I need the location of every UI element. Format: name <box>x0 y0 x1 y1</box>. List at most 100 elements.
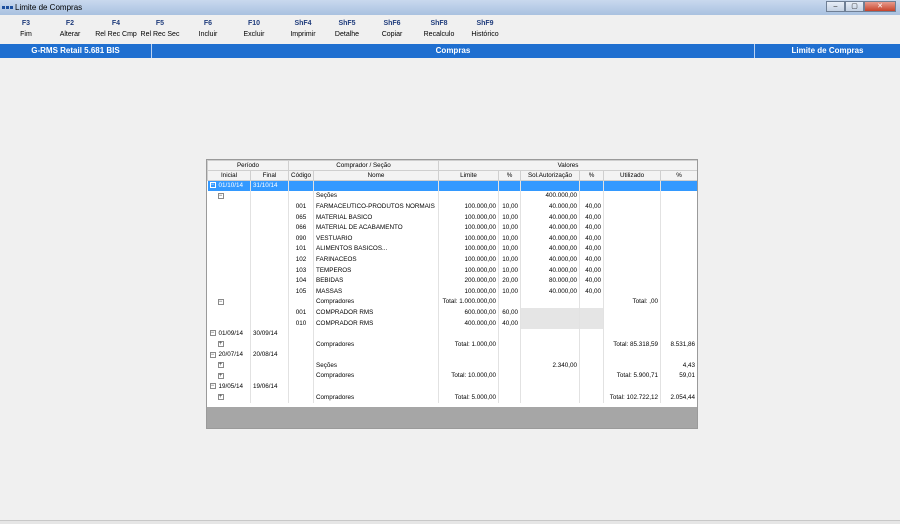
column-header[interactable]: % <box>579 170 605 181</box>
toolbar-button-copiar[interactable]: ShF6 Copiar <box>367 18 417 40</box>
cell-nome: BEBIDAS <box>313 275 440 287</box>
maximize-button[interactable]: ▢ <box>845 1 864 12</box>
collapse-icon[interactable]: − <box>209 351 216 358</box>
table-row[interactable]: 065 MATERIAL BASICO 100.000,00 10,00 40.000,… <box>207 212 697 223</box>
toolbar-button-recalculo[interactable]: ShF8 Recalculo <box>414 18 464 40</box>
table-row[interactable]: 001 COMPRADOR RMS 600.000,00 60,00 <box>207 307 697 319</box>
table-row[interactable]: 101 ALIMENTOS BASICOS... 100.000,00 10,00 40… <box>207 244 697 255</box>
toolbar-button-incluir[interactable]: F6 Incluir <box>183 18 233 40</box>
shortcut-key-label: F4 <box>111 20 121 27</box>
cell-p1 <box>498 360 522 372</box>
collapse-icon[interactable]: − <box>209 182 216 189</box>
cell-limite <box>438 350 500 361</box>
column-header[interactable]: % <box>660 170 697 181</box>
period-row[interactable]: −01/10/14 31/10/14 <box>207 180 697 192</box>
purchase-limit-grid[interactable]: Período Comprador / Seção Valores Inicia… <box>206 159 698 429</box>
cell-p1 <box>498 350 522 361</box>
shortcut-key-label: F2 <box>65 20 75 27</box>
shortcut-key-label: F3 <box>21 20 31 27</box>
table-row[interactable]: 102 FARINACEOS 100.000,00 10,00 40.000,00 40,… <box>207 254 697 266</box>
cell-limite: 200.000,00 <box>438 275 500 287</box>
cell-p3 <box>660 265 697 276</box>
expand-icon[interactable]: + <box>217 394 224 400</box>
toolbar-button-imprimir[interactable]: ShF4 Imprimir <box>278 18 328 40</box>
toolbar-button-label: Excluir <box>243 31 265 38</box>
toolbar-button-hist-rico[interactable]: ShF9 Histórico <box>460 18 510 40</box>
toolbar-button-rel-rec-cmp[interactable]: F4 Rel Rec Cmp <box>91 18 141 40</box>
shortcut-key-label: ShF9 <box>476 20 494 27</box>
column-header[interactable]: Nome <box>312 170 440 181</box>
cell-util <box>603 318 662 329</box>
cell-p1: 10,00 <box>498 201 522 213</box>
cell-final <box>250 275 289 287</box>
cell-inicial <box>207 254 251 266</box>
group-row[interactable]: − Compradores Total: 1.000.000,00 Total: ,0… <box>207 297 697 308</box>
collapse-icon[interactable]: − <box>209 330 216 337</box>
column-header[interactable]: % <box>498 170 522 181</box>
table-row[interactable]: 104 BEBIDAS 200.000,00 20,00 80.000,00 40,00 <box>207 275 697 287</box>
toolbar-button-excluir[interactable]: F10 Excluir <box>229 18 279 40</box>
table-row[interactable]: 010 COMPRADOR RMS 400.000,00 40,00 <box>207 318 697 329</box>
table-row[interactable]: 105 MASSAS 100.000,00 10,00 40.000,00 40,00 <box>207 286 697 298</box>
collapse-icon[interactable]: − <box>209 383 216 390</box>
cell-cod: 104 <box>288 275 314 287</box>
column-header[interactable]: Código <box>288 170 314 181</box>
table-row[interactable]: 001 FARMACEUTICO-PRODUTOS NORMAIS 100.000,… <box>207 201 697 213</box>
cell-nome <box>313 350 440 361</box>
cell-p3: 2.054,44 <box>660 392 697 403</box>
group-row[interactable]: + Compradores Total: 10.000,00 Total: 5.900… <box>207 371 697 382</box>
cell-util <box>603 307 662 319</box>
table-row[interactable]: 066 MATERIAL DE ACABAMENTO 100.000,00 10,00… <box>207 222 697 234</box>
cell-sol: 40.000,00 <box>520 201 581 213</box>
period-row[interactable]: −19/05/14 19/06/14 <box>207 381 697 393</box>
toolbar-button-detalhe[interactable]: ShF5 Detalhe <box>322 18 372 40</box>
cell-util <box>603 244 662 255</box>
cell-limite <box>438 180 500 192</box>
column-header[interactable]: Sol.Autorização <box>520 170 581 181</box>
cell-p1: 40,00 <box>498 318 522 329</box>
cell-p2: 40,00 <box>579 286 605 298</box>
cell-cod <box>288 339 314 350</box>
cell-final <box>250 286 289 298</box>
expand-icon[interactable]: + <box>217 362 224 369</box>
minimize-button[interactable]: – <box>826 1 845 12</box>
toolbar-button-fim[interactable]: F3 Fim <box>1 18 51 40</box>
column-header[interactable]: Utilizado <box>603 170 662 181</box>
group-row[interactable]: + Compradores Total: 5.000,00 Total: 102.72… <box>207 392 697 403</box>
group-header-comprador: Comprador / Seção <box>287 160 440 171</box>
group-header-periodo: Período <box>207 160 289 171</box>
cell-sol <box>520 307 581 319</box>
cell-p1: 10,00 <box>498 286 522 298</box>
expand-icon[interactable]: + <box>217 372 224 379</box>
toolbar-button-alterar[interactable]: F2 Alterar <box>45 18 95 40</box>
cell-inicial <box>207 222 251 234</box>
cell-p1: 10,00 <box>498 212 522 223</box>
cell-p3: 8.531,86 <box>660 339 697 350</box>
group-row[interactable]: − Seções 400.000,00 <box>207 191 697 202</box>
table-row[interactable]: 090 VESTUARIO 100.000,00 10,00 40.000,00 40,0… <box>207 233 697 245</box>
group-row[interactable]: + Compradores Total: 1.000,00 Total: 85.318… <box>207 339 697 350</box>
cell-inicial <box>207 212 251 223</box>
toolbar-button-rel-rec-sec[interactable]: F5 Rel Rec Sec <box>135 18 185 40</box>
cell-p3 <box>660 350 697 361</box>
collapse-icon[interactable]: − <box>217 192 224 199</box>
cell-p3 <box>660 212 697 223</box>
cell-p3 <box>660 275 697 287</box>
cell-limite: Total: 1.000.000,00 <box>438 297 500 308</box>
close-button[interactable]: ✕ <box>864 1 896 12</box>
column-header[interactable]: Limite <box>438 170 500 181</box>
table-row[interactable]: 103 TEMPEROS 100.000,00 10,00 40.000,00 40,00 <box>207 265 697 276</box>
period-row[interactable]: −20/07/14 20/08/14 <box>207 350 697 361</box>
group-row[interactable]: + Seções 2.340,00 4,43 <box>207 360 697 372</box>
cell-inicial: − <box>207 297 251 308</box>
expand-icon[interactable]: + <box>217 341 224 348</box>
column-header[interactable]: Final <box>250 170 289 181</box>
cell-cod: 001 <box>288 307 314 319</box>
cell-sol <box>520 392 581 403</box>
cell-inicial: − <box>207 191 251 202</box>
column-header[interactable]: Inicial <box>207 170 251 181</box>
cell-inicial <box>207 275 251 287</box>
cell-nome: Seções <box>313 191 440 202</box>
period-row[interactable]: −01/09/14 30/09/14 <box>207 328 697 340</box>
collapse-icon[interactable]: − <box>217 298 224 305</box>
